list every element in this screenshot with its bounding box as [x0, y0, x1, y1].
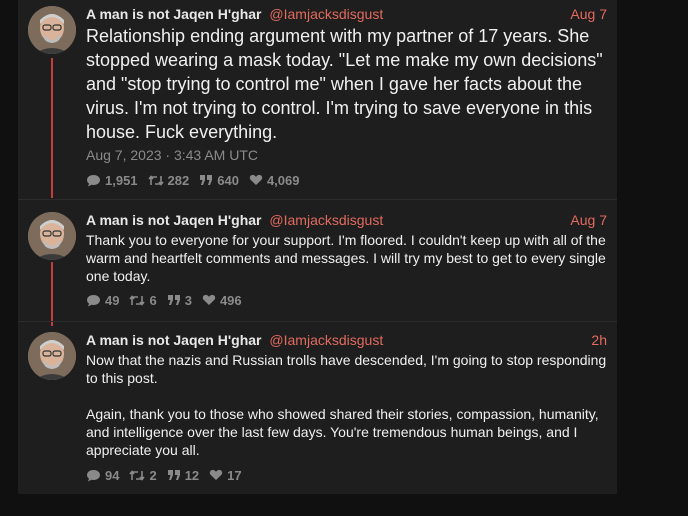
- tweet-stats: 49 6 3 496: [86, 292, 252, 308]
- tweet-text: Relationship ending argument with my par…: [86, 26, 603, 142]
- quote-stat[interactable]: 3: [167, 293, 192, 308]
- username[interactable]: @Iamjacksdisgust: [269, 332, 383, 348]
- avatar[interactable]: [28, 212, 76, 260]
- reply-stat[interactable]: 1,951: [86, 173, 138, 188]
- tweet-header: A man is not Jaqen H'ghar @Iamjacksdisgu…: [86, 4, 607, 24]
- divider: [18, 199, 617, 200]
- heart-icon: [209, 469, 223, 480]
- tweet-text: Thank you to everyone for your support. …: [86, 232, 606, 284]
- quote-stat[interactable]: 12: [167, 468, 199, 483]
- reply-stat[interactable]: 49: [86, 293, 119, 308]
- tweet-date[interactable]: Aug 7: [570, 4, 607, 24]
- display-name[interactable]: A man is not Jaqen H'ghar: [86, 212, 262, 228]
- quote-icon: [167, 295, 180, 305]
- divider: [18, 321, 617, 322]
- tweet-stats: 94 2 12 17: [86, 467, 252, 483]
- quote-icon: [167, 470, 180, 480]
- tweet-stats: 1,951 282 640 4,069: [86, 172, 310, 188]
- retweet-stat[interactable]: 282: [147, 172, 190, 188]
- retweet-stat[interactable]: 6: [129, 292, 157, 308]
- tweet[interactable]: A man is not Jaqen H'ghar @Iamjacksdisgu…: [18, 330, 617, 490]
- tweet-date[interactable]: 2h: [591, 330, 607, 350]
- like-stat[interactable]: 17: [209, 467, 242, 483]
- like-count: 4,069: [266, 172, 300, 188]
- heart-icon: [202, 294, 216, 305]
- retweet-icon: [129, 469, 146, 481]
- retweet-count: 282: [167, 172, 190, 188]
- avatar[interactable]: [28, 6, 76, 54]
- like-stat[interactable]: 4,069: [249, 173, 300, 188]
- tweet-paragraph: Now that the nazis and Russian trolls ha…: [86, 352, 607, 386]
- reply-icon: [87, 469, 100, 481]
- like-stat[interactable]: 496: [202, 293, 242, 308]
- reply-count: 49: [105, 292, 120, 308]
- retweet-stat[interactable]: 2: [129, 467, 157, 483]
- tweet[interactable]: A man is not Jaqen H'ghar @Iamjacksdisgu…: [18, 210, 617, 320]
- tweet-date[interactable]: Aug 7: [570, 210, 607, 230]
- retweet-count: 2: [149, 467, 157, 483]
- tweet-paragraph: Again, thank you to those who showed sha…: [86, 406, 599, 458]
- tweet-header: A man is not Jaqen H'ghar @Iamjacksdisgu…: [86, 330, 607, 350]
- quote-icon: [200, 175, 213, 185]
- avatar[interactable]: [28, 332, 76, 380]
- heart-icon: [249, 174, 263, 185]
- username[interactable]: @Iamjacksdisgust: [269, 6, 383, 22]
- quote-count: 640: [217, 172, 239, 188]
- tweet-text: Now that the nazis and Russian trolls ha…: [86, 351, 612, 459]
- retweet-count: 6: [149, 292, 157, 308]
- reply-icon: [87, 174, 100, 186]
- username[interactable]: @Iamjacksdisgust: [269, 212, 383, 228]
- quote-count: 3: [184, 292, 192, 308]
- reply-icon: [87, 294, 100, 306]
- reply-stat[interactable]: 94: [86, 468, 119, 483]
- display-name[interactable]: A man is not Jaqen H'ghar: [86, 6, 262, 22]
- tweet-header: A man is not Jaqen H'ghar @Iamjacksdisgu…: [86, 210, 607, 230]
- tweet[interactable]: A man is not Jaqen H'ghar @Iamjacksdisgu…: [18, 4, 617, 196]
- tweet-timestamp[interactable]: Aug 7, 2023 · 3:43 AM UTC: [86, 147, 258, 163]
- reply-count: 94: [105, 467, 120, 483]
- quote-count: 12: [184, 467, 200, 483]
- like-count: 17: [227, 467, 242, 483]
- retweet-icon: [129, 294, 146, 306]
- timeline-panel: A man is not Jaqen H'ghar @Iamjacksdisgu…: [18, 0, 617, 494]
- display-name[interactable]: A man is not Jaqen H'ghar: [86, 332, 262, 348]
- quote-stat[interactable]: 640: [199, 173, 239, 188]
- like-count: 496: [219, 292, 242, 308]
- reply-count: 1,951: [105, 172, 138, 188]
- retweet-icon: [147, 174, 164, 186]
